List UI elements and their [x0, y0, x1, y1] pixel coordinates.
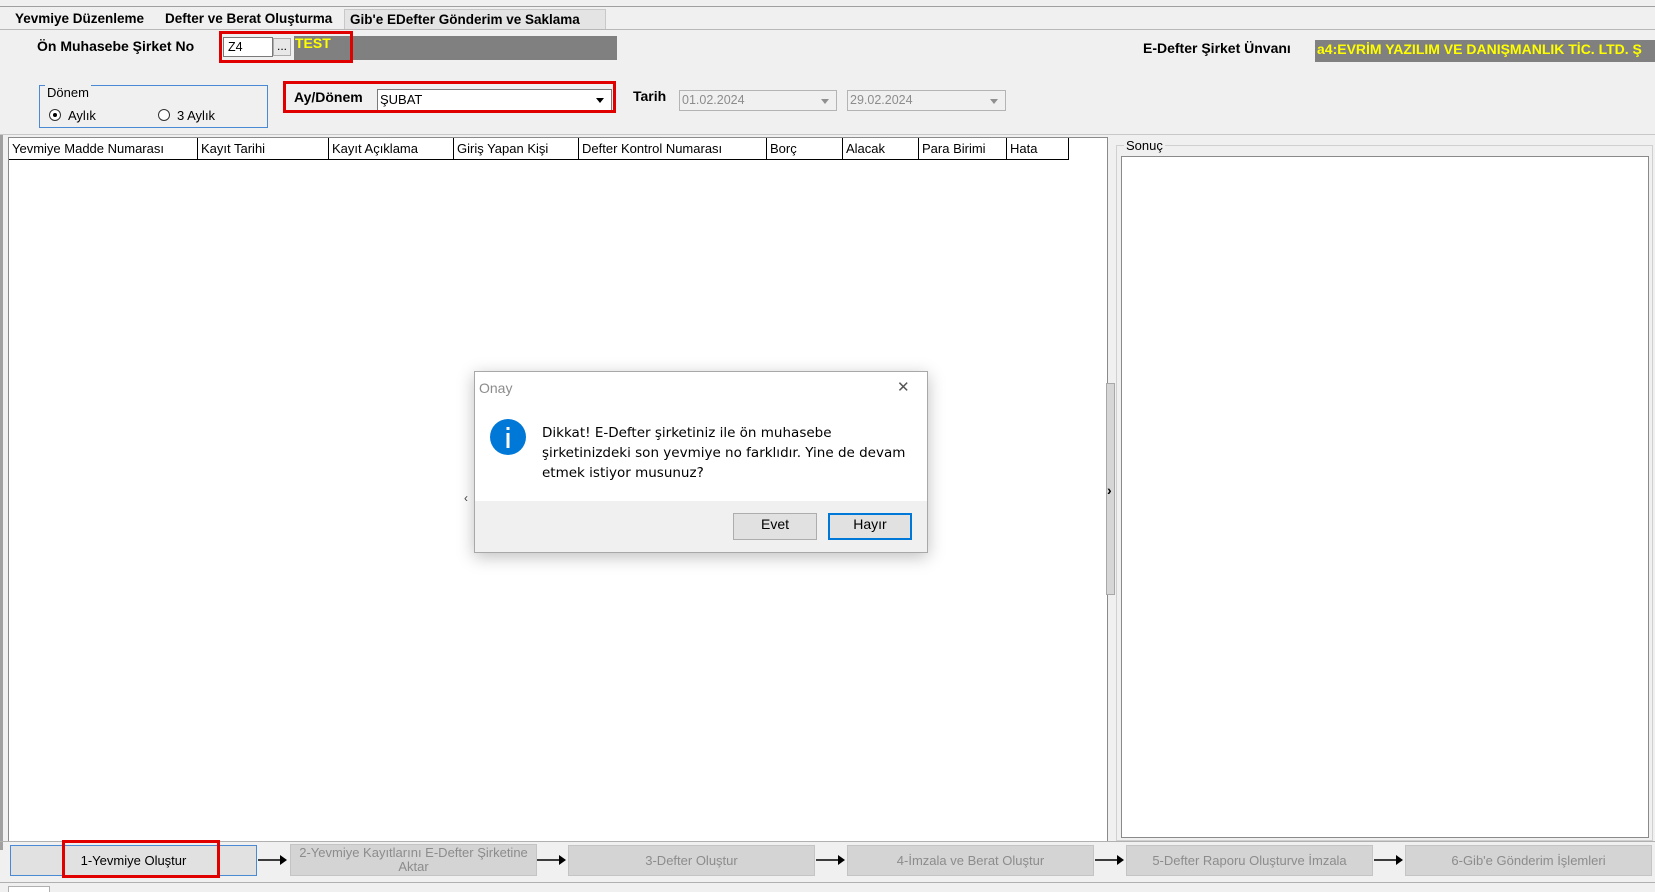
date-label: Tarih [633, 88, 667, 104]
date-from-value: 01.02.2024 [682, 93, 745, 107]
tab-strip-divider [0, 29, 1655, 30]
company-no-highlight [219, 31, 353, 63]
step-3-button[interactable]: 3-Defter Oluştur [568, 845, 815, 876]
grid-col-header[interactable]: Giriş Yapan Kişi [454, 138, 579, 160]
radio-quarterly-label[interactable]: 3 Aylık [177, 108, 215, 123]
close-icon[interactable]: ✕ [897, 378, 910, 396]
date-to-value: 29.02.2024 [850, 93, 913, 107]
step-4-label: 4-İmzala ve Berat Oluştur [896, 852, 1045, 868]
step-5-button[interactable]: 5-Defter Raporu Oluşturve İmzala [1126, 845, 1373, 876]
step-6-label: 6-Gib'e Gönderim İşlemleri [1451, 852, 1606, 868]
step-6-button[interactable]: 6-Gib'e Gönderim İşlemleri [1405, 845, 1652, 876]
step-2-label: 2-Yevmiye Kayıtlarını E-Defter Şirketine… [299, 845, 528, 874]
date-to-select[interactable]: 29.02.2024 [847, 90, 1006, 111]
period-group-title: Dönem [45, 85, 91, 100]
arrow-right-icon [1095, 855, 1124, 865]
grid-col-header[interactable]: Yevmiye Madde Numarası [9, 138, 198, 160]
date-from-select[interactable]: 01.02.2024 [679, 90, 837, 111]
radio-quarterly[interactable] [158, 109, 170, 121]
chevron-left-icon[interactable]: ‹ [464, 491, 468, 505]
tab-gib-gonderim[interactable]: Gib'e EDefter Gönderim ve Saklama [344, 9, 606, 29]
tab-defter-berat[interactable]: Defter ve Berat Oluşturma [160, 9, 338, 29]
info-icon [489, 418, 527, 456]
edefter-company-name: a4:EVRİM YAZILIM VE DANIŞMANLIK TİC. LTD… [1317, 41, 1642, 57]
grid-col-header[interactable]: Defter Kontrol Numarası [579, 138, 767, 160]
radio-monthly[interactable] [49, 109, 61, 121]
grid-col-header[interactable]: Alacak [843, 138, 919, 160]
arrow-right-icon [258, 855, 287, 865]
step-4-button[interactable]: 4-İmzala ve Berat Oluştur [847, 845, 1094, 876]
step-5-label: 5-Defter Raporu Oluşturve İmzala [1152, 852, 1347, 868]
arrow-right-icon [816, 855, 845, 865]
arrow-right-icon [537, 855, 566, 865]
steps-divider-top [0, 841, 1655, 842]
tab-yevmiye-duzenleme[interactable]: Yevmiye Düzenleme [10, 9, 150, 29]
result-textarea[interactable] [1121, 156, 1649, 838]
no-button[interactable]: Hayır [828, 513, 912, 540]
radio-monthly-label[interactable]: Aylık [68, 108, 96, 123]
confirm-dialog: Onay ✕ Dikkat! E-Defter şirketiniz ile ö… [474, 371, 928, 553]
header-divider [0, 134, 1655, 135]
grid-col-header[interactable]: Hata [1007, 138, 1069, 160]
status-bar-divider [0, 882, 1655, 883]
chevron-down-icon [990, 99, 998, 104]
step-1-highlight [62, 840, 220, 878]
dialog-message: Dikkat! E-Defter şirketiniz ile ön muhas… [542, 425, 906, 481]
arrow-right-icon [1374, 855, 1403, 865]
grid-col-header[interactable]: Kayıt Tarihi [198, 138, 329, 160]
left-edge [0, 135, 3, 850]
status-bar-panel [8, 886, 50, 892]
result-title: Sonuç [1124, 138, 1165, 153]
yes-button[interactable]: Evet [733, 513, 817, 540]
dialog-title: Onay [479, 380, 513, 396]
chevron-right-icon[interactable]: › [1107, 482, 1112, 498]
company-no-label: Ön Muhasebe Şirket No [37, 38, 195, 54]
step-3-label: 3-Defter Oluştur [645, 852, 738, 868]
chevron-down-icon [821, 99, 829, 104]
grid-col-header[interactable]: Borç [767, 138, 843, 160]
window-top-border [0, 6, 1655, 7]
step-2-button[interactable]: 2-Yevmiye Kayıtlarını E-Defter Şirketine… [290, 844, 537, 876]
month-highlight [283, 81, 616, 113]
grid-col-header[interactable]: Kayıt Açıklama [329, 138, 454, 160]
grid-col-header[interactable]: Para Birimi [919, 138, 1007, 160]
edefter-company-label: E-Defter Şirket Ünvanı [1143, 40, 1291, 56]
